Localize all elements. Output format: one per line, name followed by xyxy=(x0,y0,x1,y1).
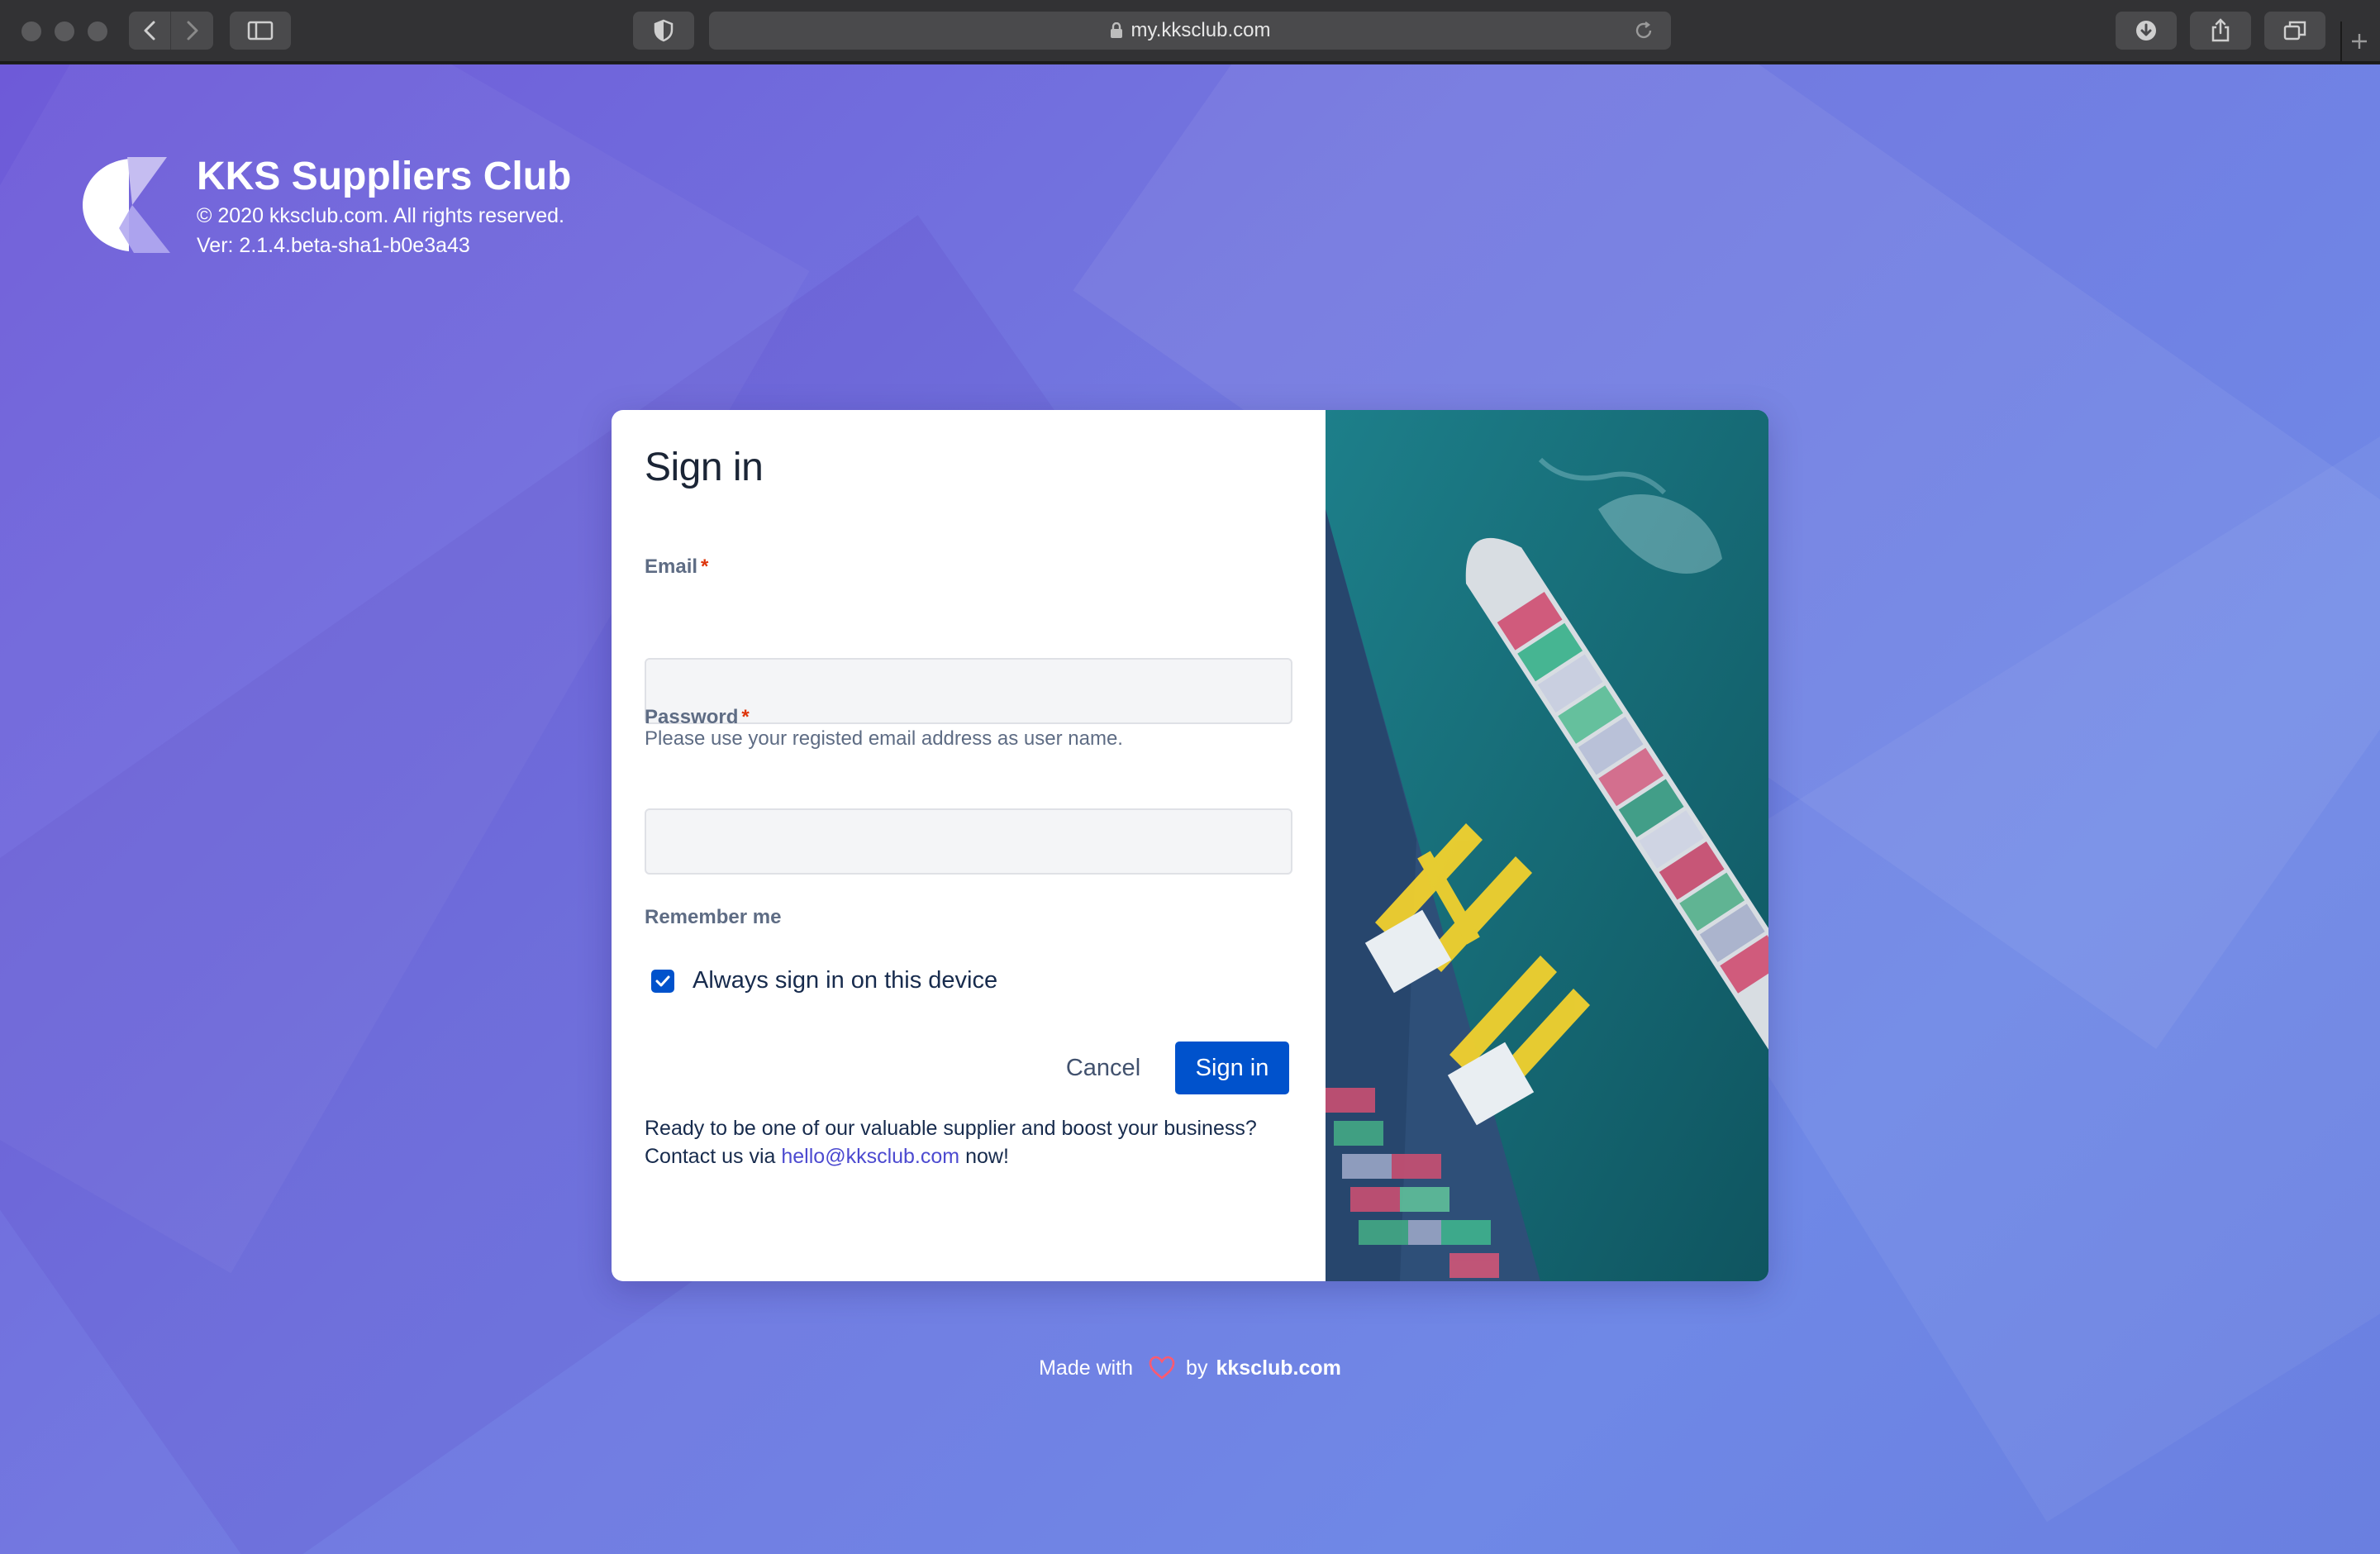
plus-icon xyxy=(2352,34,2367,49)
supplier-promo: Ready to be one of our valuable supplier… xyxy=(645,1114,1306,1170)
signin-title: Sign in xyxy=(645,446,764,489)
lock-icon xyxy=(1110,22,1122,38)
share-button[interactable] xyxy=(2190,12,2251,50)
privacy-report-button[interactable] xyxy=(633,12,694,50)
browser-toolbar: my.kksclub.com xyxy=(0,0,2380,63)
kks-logo-icon xyxy=(83,157,170,253)
email-help-text: Please use your registed email address a… xyxy=(645,727,1123,750)
password-label-text: Password xyxy=(645,706,739,728)
password-label: Password * xyxy=(645,706,750,729)
minimize-window-button[interactable] xyxy=(55,21,74,41)
remember-option-label[interactable]: Always sign in on this device xyxy=(693,967,997,994)
footer-site: kksclub.com xyxy=(1216,1356,1341,1380)
required-mark: * xyxy=(741,706,750,728)
promo-suffix: now! xyxy=(965,1145,1009,1168)
promo-prefix: Contact us via xyxy=(645,1145,776,1168)
signin-button[interactable]: Sign in xyxy=(1175,1042,1289,1094)
container-ship-image xyxy=(1326,410,1768,1281)
signin-card: Sign in Remember me Email * Please use yo… xyxy=(612,410,1768,1281)
sidebar-icon xyxy=(247,21,274,41)
zoom-window-button[interactable] xyxy=(88,21,107,41)
checkmark-icon xyxy=(655,975,670,986)
required-mark: * xyxy=(701,555,709,578)
port-illustration xyxy=(1326,410,1768,1281)
remember-checkbox-row[interactable]: Always sign in on this device xyxy=(651,967,997,994)
email-label-text: Email xyxy=(645,555,698,578)
promo-line: Ready to be one of our valuable supplier… xyxy=(645,1117,1257,1140)
copyright-text: © 2020 kksclub.com. All rights reserved. xyxy=(197,204,564,227)
page-footer: Made with by kksclub.com xyxy=(0,1356,2380,1380)
forward-button[interactable] xyxy=(171,12,213,50)
remember-checkbox[interactable] xyxy=(651,969,674,993)
back-button[interactable] xyxy=(129,12,171,50)
remember-label: Remember me xyxy=(645,906,782,928)
address-bar[interactable]: my.kksclub.com xyxy=(709,12,1671,50)
downloads-button[interactable] xyxy=(2116,12,2177,50)
brand-header: KKS Suppliers Club © 2020 kksclub.com. A… xyxy=(81,154,571,260)
contact-email-link[interactable]: hello@kksclub.com xyxy=(781,1145,959,1168)
footer-by: by xyxy=(1186,1356,1208,1380)
forward-icon xyxy=(187,21,198,41)
footer-made-with: Made with xyxy=(1039,1356,1134,1380)
page-background: KKS Suppliers Club © 2020 kksclub.com. A… xyxy=(0,64,2380,1554)
share-icon xyxy=(2211,18,2230,42)
password-input[interactable] xyxy=(645,808,1292,875)
tab-overview-button[interactable] xyxy=(2264,12,2325,50)
download-icon xyxy=(2136,21,2156,41)
back-icon xyxy=(144,21,155,41)
brand-title: KKS Suppliers Club xyxy=(197,155,572,198)
promo-contact-line: Contact us via hello@kksclub.com now! xyxy=(645,1142,1306,1170)
tabs-icon xyxy=(2283,21,2306,41)
sidebar-toggle-button[interactable] xyxy=(230,12,291,50)
signin-form: Sign in Remember me Email * Please use yo… xyxy=(612,410,1326,1281)
heart-icon xyxy=(1149,1356,1175,1380)
url-text: my.kksclub.com xyxy=(1130,19,1271,41)
shield-icon xyxy=(654,19,674,42)
email-label: Email * xyxy=(645,555,708,579)
cancel-button[interactable]: Cancel xyxy=(1050,1042,1157,1094)
close-window-button[interactable] xyxy=(21,21,41,41)
version-text: Ver: 2.1.4.beta-sha1-b0e3a43 xyxy=(197,234,470,257)
reload-icon[interactable] xyxy=(1633,20,1654,41)
new-tab-button[interactable] xyxy=(2340,21,2377,61)
nav-buttons xyxy=(129,12,213,50)
